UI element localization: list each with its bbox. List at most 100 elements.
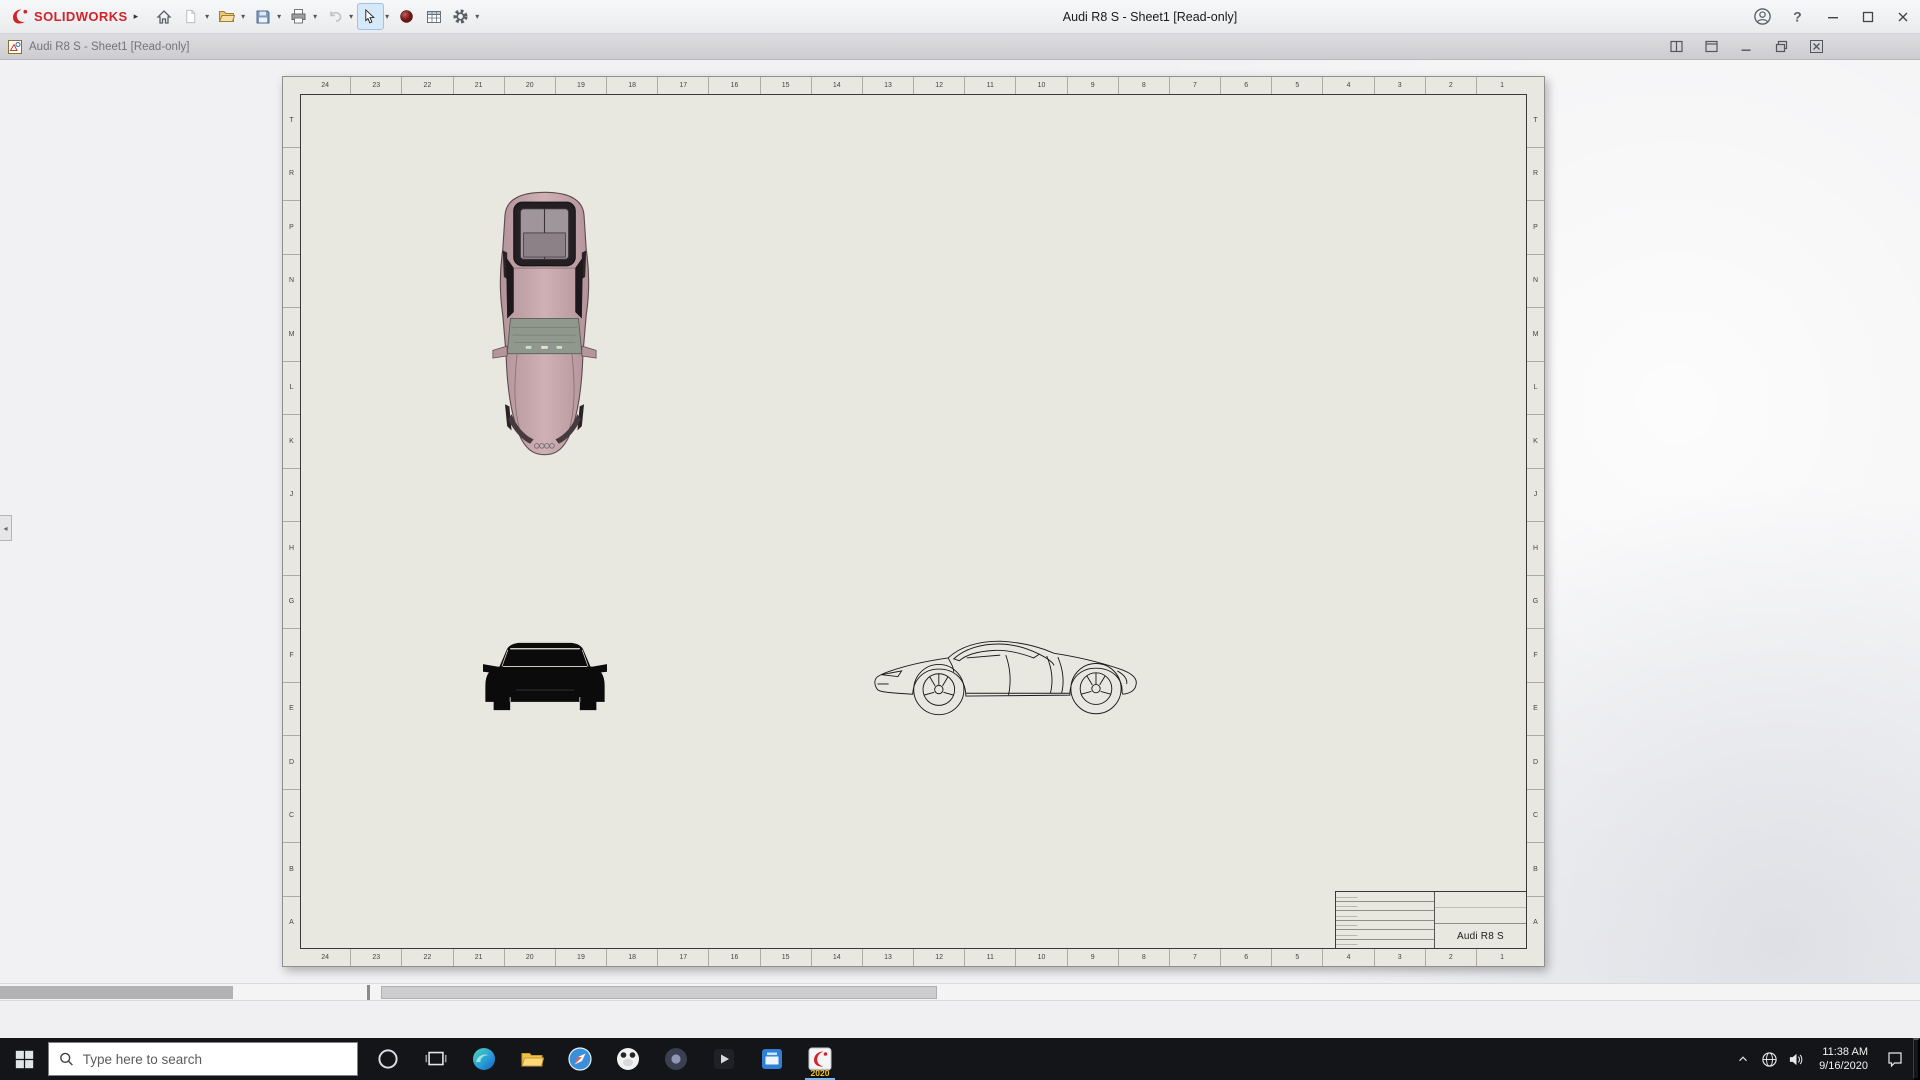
drawing-view-front[interactable] <box>483 636 607 717</box>
title-block-part-name: Audi R8 S <box>1435 924 1526 948</box>
status-bar <box>0 1000 1920 1038</box>
account-button[interactable] <box>1745 0 1780 33</box>
search-icon <box>59 1051 74 1067</box>
select-tool-button[interactable] <box>357 3 384 30</box>
help-icon: ? <box>1789 8 1806 25</box>
car-front-view-image <box>483 636 607 717</box>
zone-label: 7 <box>1170 949 1221 966</box>
media-app-button[interactable] <box>700 1038 748 1080</box>
zone-label: 17 <box>658 949 709 966</box>
zone-label: 21 <box>454 949 505 966</box>
doc-close-button[interactable] <box>1807 38 1825 56</box>
doc-restore-button[interactable] <box>1772 38 1790 56</box>
blue-tile-app-button[interactable] <box>748 1038 796 1080</box>
volume-button[interactable] <box>1783 1038 1810 1080</box>
action-center-icon <box>1886 1050 1904 1068</box>
print-dropdown-chevron-icon[interactable]: ▾ <box>313 12 317 21</box>
new-document-button[interactable] <box>177 3 204 30</box>
zone-label: 14 <box>812 77 863 94</box>
open-button[interactable] <box>213 3 240 30</box>
sheet-zone-labels-bottom: 242322212019181716151413121110987654321 <box>300 949 1527 966</box>
zone-label: A <box>1527 897 1544 950</box>
dark-circle-app-button[interactable] <box>652 1038 700 1080</box>
save-button[interactable] <box>249 3 276 30</box>
select-dropdown-chevron-icon[interactable]: ▾ <box>385 12 389 21</box>
save-icon <box>255 9 271 25</box>
new-dropdown-chevron-icon[interactable]: ▾ <box>205 12 209 21</box>
zone-label: 6 <box>1221 949 1272 966</box>
show-desktop-button[interactable] <box>1913 1038 1920 1080</box>
feature-panel-flyout-tab[interactable]: ◂ <box>0 515 12 541</box>
save-dropdown-chevron-icon[interactable]: ▾ <box>277 12 281 21</box>
zone-label: 16 <box>709 77 760 94</box>
print-button[interactable] <box>285 3 312 30</box>
close-button[interactable] <box>1885 0 1920 33</box>
search-input[interactable] <box>83 1052 347 1067</box>
undo-button[interactable] <box>321 3 348 30</box>
zone-label: N <box>1527 255 1544 309</box>
zone-label: J <box>1527 469 1544 523</box>
solidworks-logo[interactable]: SOLIDWORKS <box>10 6 128 27</box>
hidden-icons-button[interactable] <box>1729 1038 1756 1080</box>
scrollbar-thumb[interactable] <box>381 986 937 999</box>
maximize-restore-button[interactable] <box>1850 0 1885 33</box>
render-sphere-button[interactable] <box>393 3 420 30</box>
zone-label: F <box>1527 629 1544 683</box>
horizontal-scrollbar[interactable] <box>0 983 1920 1000</box>
minimize-button[interactable] <box>1815 0 1850 33</box>
zone-label: 3 <box>1375 949 1426 966</box>
action-center-button[interactable] <box>1877 1038 1913 1080</box>
zone-label: 5 <box>1272 77 1323 94</box>
cortana-button[interactable] <box>364 1038 412 1080</box>
zone-label: L <box>1527 362 1544 416</box>
taskbar-search-box[interactable] <box>48 1042 358 1076</box>
zone-label: 5 <box>1272 949 1323 966</box>
zone-label: 9 <box>1068 77 1119 94</box>
options-dropdown-chevron-icon[interactable]: ▾ <box>475 12 479 21</box>
zone-label: 9 <box>1068 949 1119 966</box>
home-button[interactable] <box>150 3 177 30</box>
solidworks-taskbar-button[interactable]: 2020 <box>796 1038 844 1080</box>
zone-label: 11 <box>965 949 1016 966</box>
file-explorer-button[interactable] <box>508 1038 556 1080</box>
system-tray: 11:38 AM 9/16/2020 <box>1729 1038 1920 1080</box>
zone-label: 14 <box>812 949 863 966</box>
title-block-row <box>1336 892 1434 902</box>
edge-button[interactable] <box>460 1038 508 1080</box>
taskbar-clock[interactable]: 11:38 AM 9/16/2020 <box>1810 1045 1877 1073</box>
compass-browser-button[interactable] <box>556 1038 604 1080</box>
zone-label: 19 <box>556 77 607 94</box>
doc-split-pane-button[interactable] <box>1667 38 1685 56</box>
zone-label: H <box>1527 522 1544 576</box>
zone-label: 21 <box>454 77 505 94</box>
help-button[interactable]: ? <box>1780 0 1815 33</box>
zone-label: 22 <box>402 77 453 94</box>
drawing-view-side[interactable] <box>870 637 1149 717</box>
title-block[interactable]: Audi R8 S <box>1335 891 1527 949</box>
chevron-up-icon <box>1736 1052 1750 1066</box>
file-explorer-icon <box>519 1046 545 1072</box>
start-button[interactable] <box>0 1038 48 1080</box>
light-circle-app-button[interactable] <box>604 1038 652 1080</box>
zone-label: M <box>283 308 300 362</box>
panel-scrollbar-thumb[interactable] <box>0 986 233 999</box>
undo-dropdown-chevron-icon[interactable]: ▾ <box>349 12 353 21</box>
open-dropdown-chevron-icon[interactable]: ▾ <box>241 12 245 21</box>
zone-label: K <box>283 415 300 469</box>
doc-new-window-button[interactable] <box>1702 38 1720 56</box>
scrollbar-splitter-handle[interactable] <box>367 985 370 1000</box>
options-button[interactable] <box>447 3 474 30</box>
tables-button[interactable] <box>420 3 447 30</box>
network-button[interactable] <box>1756 1038 1783 1080</box>
screen: SOLIDWORKS ▸ ▾ ▾ <box>0 0 1920 1080</box>
menu-expand-arrow-icon[interactable]: ▸ <box>134 11 139 22</box>
task-view-button[interactable] <box>412 1038 460 1080</box>
doc-minimize-button[interactable] <box>1737 38 1755 56</box>
document-titlebar[interactable]: Audi R8 S - Sheet1 [Read-only] <box>0 34 1920 60</box>
drawing-view-top[interactable] <box>484 189 605 458</box>
zone-label: 11 <box>965 77 1016 94</box>
drawing-sheet[interactable]: 242322212019181716151413121110987654321 … <box>282 76 1545 967</box>
doc-close-icon <box>1809 39 1824 54</box>
graphics-viewport[interactable]: 242322212019181716151413121110987654321 … <box>0 60 1920 1000</box>
title-block-row <box>1336 940 1434 949</box>
